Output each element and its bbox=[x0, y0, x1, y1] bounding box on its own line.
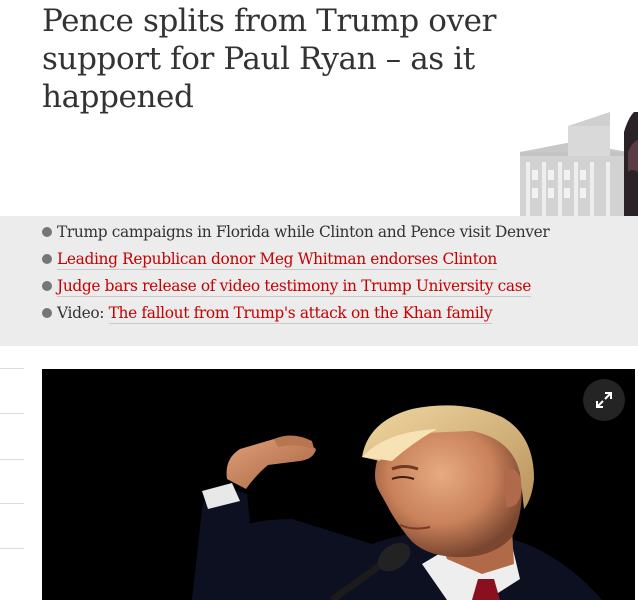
bullet-text: Trump campaigns in Florida while Clinton… bbox=[57, 223, 550, 241]
white-house-illustration bbox=[520, 112, 638, 218]
divider bbox=[0, 413, 24, 414]
bullet-icon bbox=[42, 227, 52, 237]
divider bbox=[0, 368, 24, 369]
main-media-image bbox=[42, 369, 635, 600]
bullet-icon bbox=[42, 308, 52, 318]
list-item: Judge bars release of video testimony in… bbox=[42, 273, 632, 300]
list-item: Trump campaigns in Florida while Clinton… bbox=[42, 219, 632, 246]
bullet-icon bbox=[42, 281, 52, 291]
bullet-icon bbox=[42, 254, 52, 264]
whitman-endorses-clinton-link[interactable]: Leading Republican donor Meg Whitman end… bbox=[57, 250, 497, 270]
photo-illustration bbox=[42, 369, 635, 600]
expand-arrows-icon bbox=[596, 392, 612, 408]
list-item: Video: The fallout from Trump's attack o… bbox=[42, 300, 632, 327]
page-title: Pence splits from Trump over support for… bbox=[42, 3, 497, 115]
list-item: Leading Republican donor Meg Whitman end… bbox=[42, 246, 632, 273]
trump-university-case-link[interactable]: Judge bars release of video testimony in… bbox=[57, 277, 531, 297]
khan-family-video-link[interactable]: The fallout from Trump's attack on the K… bbox=[108, 304, 493, 324]
article-page: Pence splits from Trump over support for… bbox=[0, 0, 638, 600]
key-events-list: Trump campaigns in Florida while Clinton… bbox=[42, 219, 632, 327]
divider bbox=[0, 459, 24, 460]
video-prefix: Video: bbox=[57, 304, 109, 322]
divider bbox=[0, 548, 24, 549]
expand-image-button[interactable] bbox=[583, 379, 625, 421]
divider bbox=[0, 503, 24, 504]
